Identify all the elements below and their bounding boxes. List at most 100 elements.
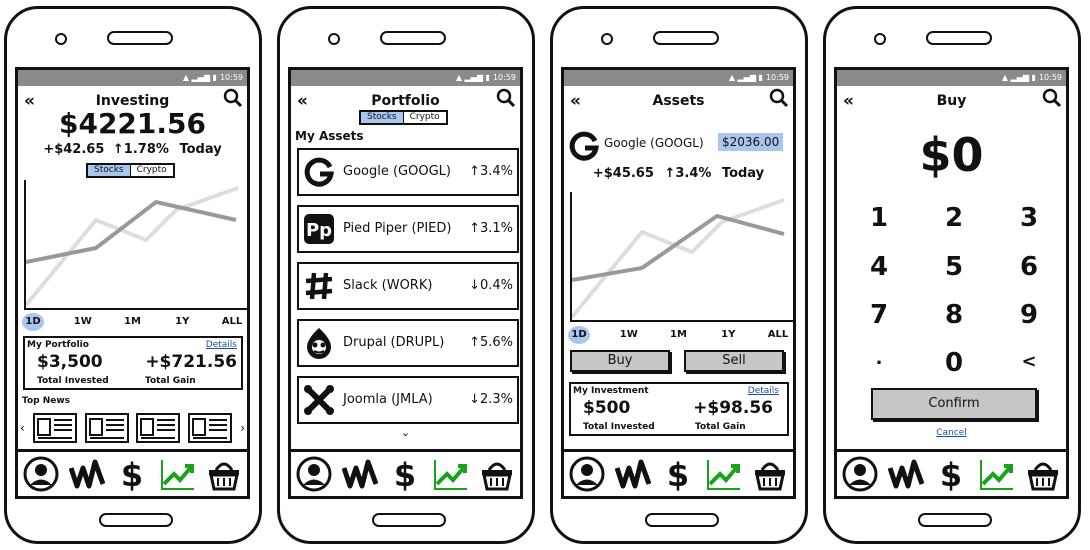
asset-row-slack[interactable]: Slack (WORK) ↓0.4% [297, 262, 519, 310]
screen-assets: ▲ ▂▄▆ ▮ 10:59 « Assets Google (GOOGL) $20… [561, 67, 796, 499]
portfolio-card: My Portfolio Details $3,500 +$721.56 Tot… [23, 336, 243, 390]
keypad-9[interactable]: 9 [1009, 300, 1049, 330]
basket-icon[interactable] [752, 456, 788, 492]
svg-text:$: $ [121, 456, 143, 492]
tab-crypto[interactable]: Crypto [404, 112, 446, 123]
more-icon[interactable]: ⌄ [291, 426, 520, 439]
keypad-2[interactable]: 2 [934, 203, 974, 233]
tab-stocks[interactable]: Stocks [361, 112, 404, 123]
news-thumbnail-icon[interactable] [188, 413, 233, 443]
bottom-nav: $ [18, 449, 247, 496]
page-title: Portfolio [371, 93, 440, 109]
investment-heading: My Investment [573, 386, 649, 396]
range-all[interactable]: ALL [767, 326, 789, 344]
asset-row-drupal[interactable]: Drupal (DRUPL) ↑5.6% [297, 319, 519, 367]
news-thumbnail-icon[interactable] [136, 413, 181, 443]
range-1y[interactable]: 1Y [717, 326, 739, 344]
camera [328, 33, 340, 45]
home-button[interactable] [372, 513, 446, 527]
wealthsimple-icon[interactable] [341, 456, 378, 492]
page-title: Buy [936, 93, 967, 109]
news-thumbnail-icon[interactable] [84, 413, 129, 443]
keypad-4[interactable]: 4 [859, 252, 899, 282]
trending-icon[interactable] [979, 456, 1015, 492]
keypad-7[interactable]: 7 [859, 300, 899, 330]
account-icon[interactable] [842, 456, 878, 492]
dollar-icon[interactable]: $ [387, 456, 423, 492]
confirm-button[interactable]: Confirm [871, 388, 1037, 420]
total-gain-value: +$721.56 [145, 352, 237, 372]
buy-button[interactable]: Buy [570, 350, 670, 372]
trending-icon[interactable] [160, 456, 196, 492]
cancel-link[interactable]: Cancel [837, 428, 1066, 438]
range-1m[interactable]: 1M [668, 326, 690, 344]
news-next-icon[interactable]: › [240, 421, 245, 435]
speaker [380, 31, 446, 45]
wealthsimple-icon[interactable] [887, 456, 924, 492]
keypad-decimal[interactable]: . [859, 348, 899, 369]
chart-line-secondary [572, 198, 785, 319]
home-button[interactable] [645, 513, 719, 527]
trending-icon[interactable] [433, 456, 469, 492]
account-icon[interactable] [23, 456, 59, 492]
total-invested-value: $500 [583, 398, 631, 418]
account-icon[interactable] [569, 456, 605, 492]
investment-details-link[interactable]: Details [748, 386, 779, 396]
total-gain-value: +$98.56 [693, 398, 773, 418]
signal-icon: ▲ ▂▄▆ ▮ [728, 73, 763, 82]
bottom-nav: $ [291, 449, 520, 496]
keypad-8[interactable]: 8 [934, 300, 974, 330]
basket-icon[interactable] [479, 456, 515, 492]
keypad-0[interactable]: 0 [934, 348, 974, 378]
drupal-icon [307, 328, 331, 359]
basket-icon[interactable] [1025, 456, 1061, 492]
portfolio-details-link[interactable]: Details [206, 340, 237, 350]
camera [601, 33, 613, 45]
screen-portfolio: ▲ ▂▄▆ ▮ 10:59 « Portfolio Stocks Crypto M… [288, 67, 523, 499]
wealthsimple-icon[interactable] [614, 456, 651, 492]
signal-icon: ▲ ▂▄▆ ▮ [1001, 73, 1036, 82]
dollar-icon[interactable]: $ [114, 456, 150, 492]
range-all[interactable]: ALL [221, 313, 243, 331]
change-percent: ↑3.4% [664, 166, 712, 181]
search-icon[interactable] [496, 88, 516, 108]
wealthsimple-icon[interactable] [68, 456, 105, 492]
tab-crypto[interactable]: Crypto [131, 165, 173, 176]
search-icon[interactable] [223, 88, 243, 108]
asset-row-pied-piper[interactable]: Pp Pied Piper (PIED) ↑3.1% [297, 205, 519, 253]
basket-icon[interactable] [206, 456, 242, 492]
asset-change: ↓2.3% [469, 392, 513, 407]
keypad-3[interactable]: 3 [1009, 203, 1049, 233]
range-1y[interactable]: 1Y [171, 313, 193, 331]
keypad-backspace[interactable]: < [1009, 351, 1049, 372]
search-icon[interactable] [1042, 88, 1062, 108]
range-selector: 1D 1W 1M 1Y ALL [22, 313, 243, 331]
range-1m[interactable]: 1M [122, 313, 144, 331]
sell-button[interactable]: Sell [684, 350, 784, 372]
status-time: 10:59 [492, 73, 516, 82]
trending-icon[interactable] [706, 456, 742, 492]
total-gain-label: Total Gain [695, 422, 746, 432]
dollar-icon[interactable]: $ [660, 456, 696, 492]
range-1w[interactable]: 1W [72, 313, 94, 331]
news-prev-icon[interactable]: ‹ [20, 421, 25, 435]
range-1w[interactable]: 1W [618, 326, 640, 344]
home-button[interactable] [918, 513, 992, 527]
keypad-6[interactable]: 6 [1009, 252, 1049, 282]
range-1d[interactable]: 1D [568, 326, 590, 344]
price-chart [24, 180, 247, 310]
asset-change: ↑3.4% [469, 164, 513, 179]
home-button[interactable] [99, 513, 173, 527]
asset-row-google[interactable]: Google (GOOGL) ↑3.4% [297, 148, 519, 196]
asset-type-toggle: Stocks Crypto [86, 163, 175, 178]
dollar-icon[interactable]: $ [933, 456, 969, 492]
asset-row-joomla[interactable]: Joomla (JMLA) ↓2.3% [297, 376, 519, 424]
asset-name: Joomla (JMLA) [343, 392, 433, 407]
keypad-1[interactable]: 1 [859, 203, 899, 233]
tab-stocks[interactable]: Stocks [88, 165, 131, 176]
account-icon[interactable] [296, 456, 332, 492]
news-thumbnail-icon[interactable] [32, 413, 77, 443]
keypad-5[interactable]: 5 [934, 252, 974, 282]
search-icon[interactable] [769, 88, 789, 108]
range-1d[interactable]: 1D [22, 313, 44, 331]
